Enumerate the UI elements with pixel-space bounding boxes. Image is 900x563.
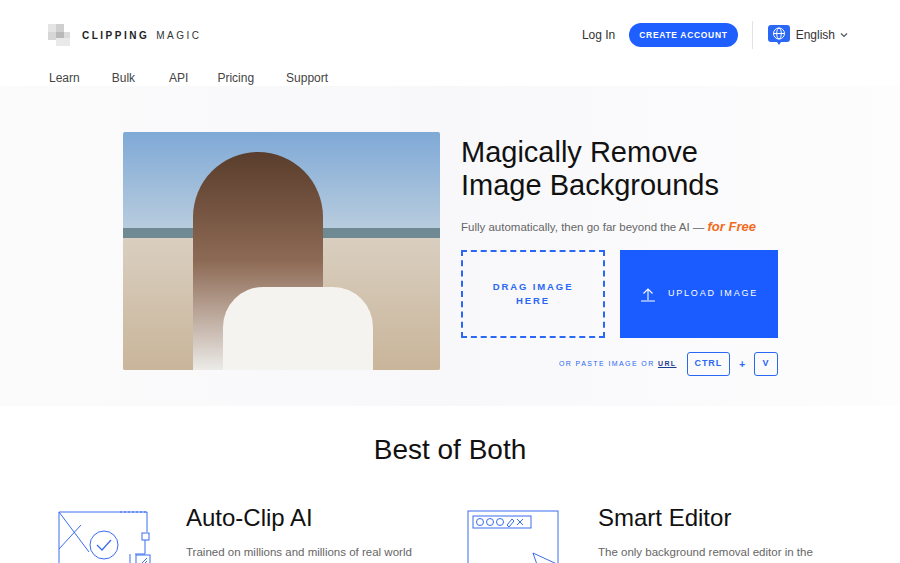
divider bbox=[752, 21, 753, 49]
feature-description: The only background removal editor in th… bbox=[598, 544, 813, 560]
chevron-down-icon bbox=[840, 32, 848, 38]
hero-subtitle: Fully automatically, then go far beyond … bbox=[461, 219, 781, 235]
feature-card: Smart EditorThe only background removal … bbox=[467, 509, 813, 563]
hero-title-line: Image Backgrounds bbox=[461, 169, 781, 202]
nav-link[interactable]: Bulk bbox=[112, 69, 135, 87]
drop-zone-label: DRAG IMAGE HERE bbox=[483, 280, 583, 308]
hero-photo bbox=[123, 132, 440, 370]
hero-title: Magically Remove Image Backgrounds bbox=[461, 136, 781, 202]
plus-sign: + bbox=[739, 357, 745, 372]
auto-clip-icon bbox=[58, 509, 153, 563]
feature-title: Auto-Clip AI bbox=[186, 504, 412, 532]
feature-title: Smart Editor bbox=[598, 504, 813, 532]
paste-hint: OR PASTE IMAGE OR URL bbox=[559, 359, 677, 370]
feature-card: Auto-Clip AITrained on millions and mill… bbox=[58, 509, 467, 563]
logo[interactable]: CLIPPING MAGIC bbox=[48, 24, 202, 46]
url-link[interactable]: URL bbox=[658, 360, 677, 367]
for-free-text: for Free bbox=[708, 219, 756, 234]
section-title: Best of Both bbox=[0, 433, 900, 467]
keyboard-key: V bbox=[754, 352, 778, 376]
logo-light: MAGIC bbox=[156, 28, 201, 43]
logo-bold: CLIPPING bbox=[82, 28, 149, 43]
nav-link[interactable]: Support bbox=[286, 69, 328, 87]
features-section: Best of Both Auto-Clip AI Trained on mill… bbox=[0, 406, 900, 563]
nav-link[interactable]: Pricing bbox=[217, 69, 254, 87]
subtitle-text: Fully automatically, then go far beyond … bbox=[461, 221, 708, 233]
smart-editor-icon bbox=[467, 509, 562, 563]
create-account-button[interactable]: CREATE ACCOUNT bbox=[629, 23, 737, 47]
globe-icon bbox=[767, 24, 791, 46]
language-select[interactable]: English bbox=[767, 24, 848, 46]
shortcut-keys: CTRL + V bbox=[687, 352, 778, 376]
logo-icon bbox=[48, 24, 72, 46]
feature-text: Smart Editor The only background removal … bbox=[598, 504, 813, 563]
login-link[interactable]: Log In bbox=[582, 26, 615, 44]
upload-button[interactable]: UPLOAD IMAGE bbox=[620, 250, 778, 338]
header: CLIPPING MAGIC Log In CREATE ACCOUNT Eng… bbox=[0, 0, 900, 70]
paste-hint-text: OR PASTE IMAGE OR bbox=[559, 360, 658, 367]
feature-description: Trained on millions and millions of real… bbox=[186, 544, 412, 560]
upload-label: UPLOAD IMAGE bbox=[668, 287, 758, 301]
nav-link[interactable]: Learn bbox=[49, 69, 80, 87]
main-nav: Learn Bulk API Pricing Support bbox=[0, 70, 900, 86]
upload-icon bbox=[640, 286, 656, 302]
feature-text: Auto-Clip AI Trained on millions and mill… bbox=[186, 504, 412, 563]
hero-title-line: Magically Remove bbox=[461, 136, 781, 169]
language-label: English bbox=[796, 26, 835, 44]
keyboard-key: CTRL bbox=[687, 352, 731, 376]
drop-zone[interactable]: DRAG IMAGE HERE bbox=[461, 250, 605, 338]
hero: Magically Remove Image Backgrounds Fully… bbox=[0, 86, 900, 406]
nav-link[interactable]: API bbox=[169, 69, 188, 87]
